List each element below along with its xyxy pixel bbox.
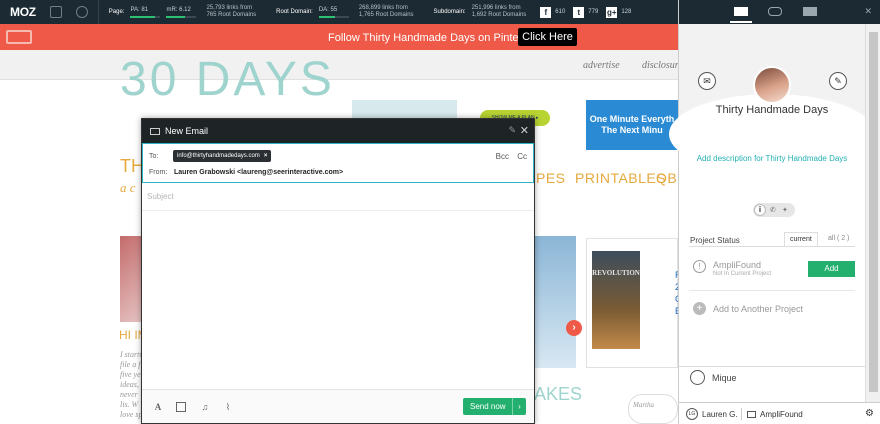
subdomain-links: 251,996 links from 1,692 Root Domains: [471, 5, 527, 18]
plus-icon[interactable]: +: [693, 302, 706, 315]
facebook-count: f 610: [540, 6, 565, 18]
twitter-icon: t: [573, 6, 585, 18]
mozrank-metric: mR: 6.12: [166, 7, 197, 18]
sidebar-footer: LG Lauren G. AmpliFound ⚙: [679, 402, 880, 424]
twitter-bird-icon[interactable]: ✦: [782, 206, 788, 214]
new-email-window: New Email ✎ ✕ To: info@thirtyhandmadeday…: [141, 118, 535, 424]
avatar: [753, 66, 791, 104]
banner-logo-icon: [6, 30, 32, 44]
add-description-link[interactable]: Add description for Thirty Handmade Days: [679, 154, 865, 163]
sidebar-tabs: ✕: [679, 0, 880, 24]
pinterest-banner: Follow Thirty Handmade Days on Pinterest…: [0, 24, 678, 50]
nav-disclosure-link[interactable]: disclosur: [642, 60, 679, 71]
cc-button[interactable]: Cc: [517, 152, 527, 161]
phone-icon[interactable]: ✆: [770, 206, 776, 214]
click-here-button[interactable]: Click Here: [518, 28, 577, 46]
tab-current[interactable]: current: [784, 232, 818, 247]
facebook-icon: f: [540, 6, 552, 18]
carousel-next-button[interactable]: ›: [566, 320, 582, 336]
featured-photo[interactable]: [534, 236, 576, 368]
subdomain-label: Subdomain:: [433, 9, 466, 15]
menu-recipes[interactable]: PES: [536, 170, 566, 186]
domain-authority-metric: DA: 55: [318, 7, 349, 18]
send-now-button[interactable]: Send now ›: [463, 398, 526, 415]
movie-ad[interactable]: REVOLUTION R 2 C B: [586, 238, 682, 368]
info-icon[interactable]: i: [754, 204, 766, 216]
contact-card-tab-icon[interactable]: [730, 7, 752, 23]
profile-photo: [120, 236, 142, 322]
recipient-chip[interactable]: info@thirtyhandmadedays.com ×: [173, 150, 272, 162]
add-button[interactable]: Add: [808, 261, 855, 277]
user-initials-badge[interactable]: LG: [686, 408, 698, 420]
contact-name: Thirty Handmade Days: [715, 104, 829, 116]
sidebar-scrollbar[interactable]: [865, 24, 880, 404]
chat-tab-icon[interactable]: [803, 7, 817, 16]
project-status: Not In Current Project: [713, 271, 772, 277]
googleplus-icon: g+: [606, 6, 618, 18]
remove-recipient-icon[interactable]: ×: [264, 153, 268, 159]
email-header: New Email ✎ ✕: [142, 119, 534, 143]
movie-title: REVOLUTION: [592, 269, 640, 277]
attachment-icon[interactable]: ⌇: [223, 402, 233, 412]
link-tab-icon[interactable]: [768, 7, 782, 16]
site-top-nav: advertise disclosur: [0, 50, 679, 80]
root-domain-label: Root Domain:: [276, 9, 313, 15]
site-subtitle: a c: [120, 180, 136, 195]
edit-icon[interactable]: ✎: [829, 72, 847, 90]
email-icon[interactable]: ✉: [698, 72, 716, 90]
send-options-caret[interactable]: ›: [512, 398, 526, 415]
pin-icon[interactable]: ✎: [508, 125, 516, 136]
page-authority-metric: PA: 81: [130, 7, 161, 18]
root-domain-links: 268,899 links from 1,765 Root Domains: [358, 5, 414, 18]
from-value[interactable]: Lauren Grabowski <laureng@seerinteractiv…: [174, 169, 343, 176]
page-links: 25,793 links from 765 Root Domains: [206, 5, 257, 18]
tab-all[interactable]: all ( 2 ): [823, 232, 854, 245]
to-label: To:: [149, 153, 159, 160]
project-name: AmpliFound: [713, 260, 762, 270]
moz-logo: MOZ: [10, 5, 36, 19]
menu-printables[interactable]: PRINTABLES: [575, 170, 666, 186]
email-footer: A ♫ ⌇ Send now ›: [142, 389, 534, 423]
from-label: From:: [149, 169, 168, 176]
email-recipient-rows: To: info@thirtyhandmadedays.com × Bcc Cc …: [142, 143, 534, 183]
footer-project[interactable]: AmpliFound: [760, 410, 803, 419]
intro-text: I startu file a f five ye ideas, never l…: [120, 350, 144, 419]
folder-icon: [747, 411, 756, 418]
email-title: New Email: [165, 126, 209, 136]
email-body[interactable]: [142, 211, 534, 389]
bell-icon[interactable]: ♫: [200, 402, 210, 412]
text-format-icon[interactable]: A: [153, 402, 163, 412]
mozbar-toolbar: MOZ Page: PA: 81 mR: 6.12 25,793 links f…: [0, 0, 678, 24]
contact-sidebar: ✕ ✉ ✎ Thirty Handmade Days Add descripti…: [669, 0, 880, 424]
footer-user[interactable]: Lauren G.: [702, 410, 738, 419]
gear-icon[interactable]: ⚙: [865, 408, 874, 419]
highlight-pen-icon[interactable]: [75, 6, 88, 18]
info-pager[interactable]: i ✆ ✦: [753, 203, 795, 217]
movie-poster[interactable]: REVOLUTION: [592, 251, 640, 349]
ad-blue[interactable]: One Minute Everyth The Next Minu: [586, 100, 678, 150]
project-row-amplifound: ! AmpliFound Not In Current Project Add: [690, 258, 856, 288]
bcc-button[interactable]: Bcc: [496, 152, 509, 161]
page-label: Page:: [108, 9, 125, 15]
sidebar-close-icon[interactable]: ✕: [864, 6, 872, 17]
person-icon: [690, 370, 705, 385]
cakes-heading[interactable]: AKES: [534, 384, 582, 405]
twitter-count: t 779: [573, 6, 598, 18]
warning-icon: !: [693, 260, 706, 273]
page-analysis-icon[interactable]: [49, 6, 62, 18]
martha-badge[interactable]: Martha: [628, 394, 678, 424]
close-icon[interactable]: ✕: [520, 124, 529, 137]
googleplus-count: g+ 128: [606, 6, 632, 18]
site-logo[interactable]: 30 DAYS: [120, 52, 335, 107]
template-icon[interactable]: [176, 402, 186, 412]
banner-message: Follow Thirty Handmade Days on Pinterest: [328, 32, 537, 44]
nav-advertise-link[interactable]: advertise: [583, 60, 620, 71]
subject-input[interactable]: Subject: [142, 183, 534, 211]
project-status-label: Project Status: [690, 236, 740, 245]
envelope-icon: [150, 127, 160, 135]
